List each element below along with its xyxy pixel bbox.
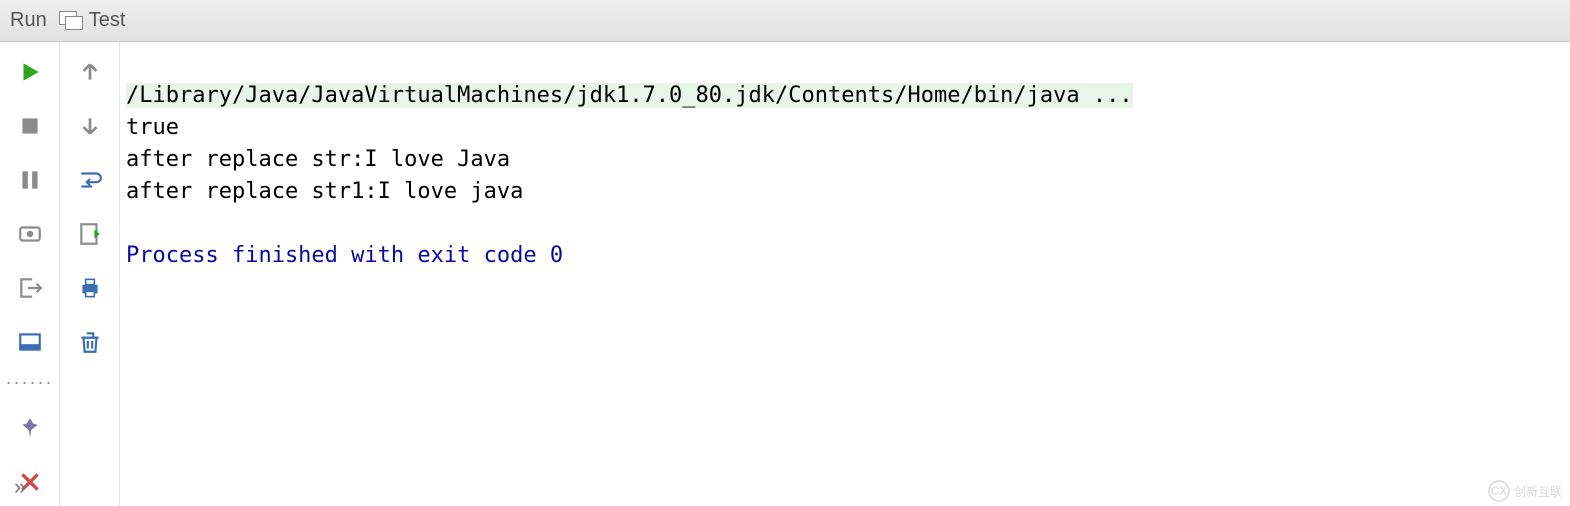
run-label: Run <box>10 9 47 32</box>
layout-button[interactable] <box>12 324 48 360</box>
scroll-down-button[interactable] <box>72 108 108 144</box>
exit-button[interactable] <box>12 270 48 306</box>
watermark-label: 创新互联 <box>1514 483 1562 500</box>
clear-all-button[interactable] <box>72 324 108 360</box>
console-line: after replace str1:I love java <box>126 179 523 204</box>
console-line: true <box>126 115 179 140</box>
expand-button[interactable]: » <box>14 474 26 500</box>
watermark: CX 创新互联 <box>1488 480 1562 502</box>
separator-dots: ······ <box>6 378 54 392</box>
primary-toolbar: ······ <box>0 42 60 506</box>
scroll-up-button[interactable] <box>72 54 108 90</box>
console-output[interactable]: /Library/Java/JavaVirtualMachines/jdk1.7… <box>120 42 1570 506</box>
stop-button[interactable] <box>12 108 48 144</box>
window-stack-icon <box>59 11 83 31</box>
scroll-to-end-button[interactable] <box>72 216 108 252</box>
pin-button[interactable] <box>12 410 48 446</box>
console-exit-line: Process finished with exit code 0 <box>126 243 563 268</box>
watermark-logo-icon: CX <box>1488 480 1510 502</box>
pause-button[interactable] <box>12 162 48 198</box>
run-tool-window: Run Test ······ <box>0 0 1570 506</box>
run-body: ······ <box>0 42 1570 506</box>
dump-threads-button[interactable] <box>12 216 48 252</box>
console-line: after replace str:I love Java <box>126 147 510 172</box>
console-command[interactable]: /Library/Java/JavaVirtualMachines/jdk1.7… <box>126 83 1133 108</box>
secondary-toolbar <box>60 42 120 506</box>
run-config-name: Test <box>89 9 126 32</box>
run-header: Run Test <box>0 0 1570 42</box>
rerun-button[interactable] <box>12 54 48 90</box>
soft-wrap-button[interactable] <box>72 162 108 198</box>
print-button[interactable] <box>72 270 108 306</box>
